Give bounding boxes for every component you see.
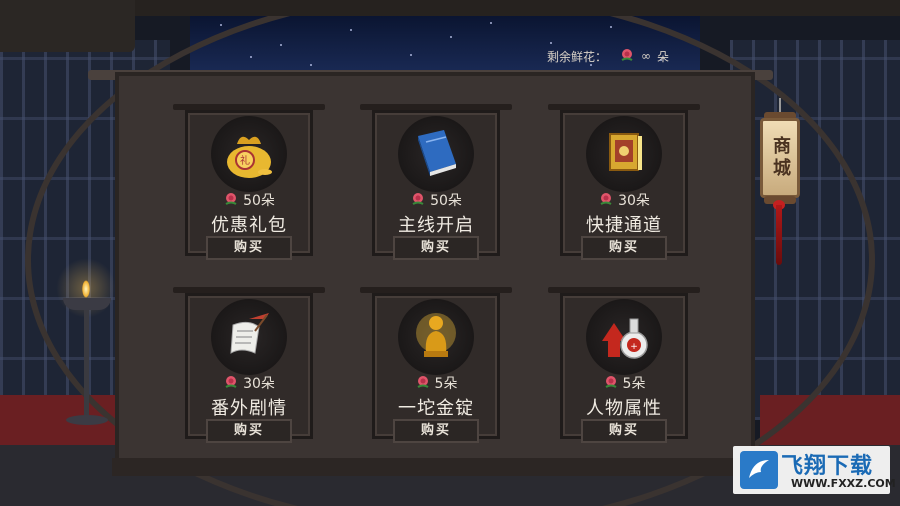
oil-lamp-bowl [63,298,111,310]
item-price: 50朵 [185,190,313,210]
remaining-flowers-unit: 朵 [657,49,670,64]
blue-book-icon [418,130,456,176]
rose-icon [225,193,237,205]
remaining-flowers: 剩余鲜花： ∞ 朵 [547,47,669,65]
remaining-flowers-value: ∞ [641,49,652,63]
item-price: 30朵 [185,373,313,393]
item-price-value: 30朵 [618,193,650,209]
item-price-value: 5朵 [622,376,646,392]
potion-arrow-icon: + [602,318,648,359]
top-left-corner [0,0,135,52]
rose-icon [605,376,617,388]
rose-icon [412,193,424,205]
buy-button[interactable]: 购买 [206,236,292,260]
item-price-value: 30朵 [243,376,275,392]
item-name: 优惠礼包 [211,215,287,236]
item-price-value: 50朵 [243,193,275,209]
item-icon-circle [398,299,474,375]
watermark-logo-icon [740,451,778,489]
oil-lamp-stand [84,305,89,415]
buy-button[interactable]: 购买 [393,419,479,443]
item-icon-circle [586,116,662,192]
flame-icon [82,280,90,298]
item-name: 主线开启 [398,215,474,236]
item-name: 番外剧情 [211,398,287,419]
item-price: 50朵 [372,190,500,210]
watermark: 飞翔下载 WWW.FXXZ.COM [733,446,896,494]
shop-sign[interactable]: 商城 [760,118,800,198]
golden-tome-icon [609,133,642,171]
item-price-value: 5朵 [434,376,458,392]
item-price: 30朵 [560,190,688,210]
buy-button[interactable]: 购买 [581,419,667,443]
shop-item-card: 礼 50朵 优惠礼包 购买 [173,104,325,260]
item-price: 5朵 [372,373,500,393]
shop-item-card: + 5朵 人物属性 购买 [548,287,700,443]
watermark-text: 飞翔下载 [781,454,874,479]
scroll-quill-icon [230,313,269,354]
item-name: 快捷通道 [586,215,662,236]
gift-bag-icon: 礼 [227,136,272,178]
item-icon-circle [211,299,287,375]
shop-item-card: 5朵 一坨金锭 购买 [360,287,512,443]
shop-item-card: 30朵 快捷通道 购买 [548,104,700,260]
item-price-value: 50朵 [430,193,462,209]
panel-bottom-rail [112,458,762,476]
golden-statue-icon [416,313,456,357]
item-icon-circle [398,116,474,192]
buy-button[interactable]: 购买 [393,236,479,260]
game-scene: 剩余鲜花： ∞ 朵 礼 50朵 优惠礼包 购买 50朵 主线开启 购买 30朵 … [0,0,900,506]
watermark-url: WWW.FXXZ.COM [791,477,896,490]
buy-button[interactable]: 购买 [206,419,292,443]
svg-text:礼: 礼 [240,154,250,167]
item-name: 人物属性 [586,398,662,419]
rose-icon [225,376,237,388]
shop-item-card: 50朵 主线开启 购买 [360,104,512,260]
rose-icon [417,376,429,388]
item-icon-circle: 礼 [211,116,287,192]
rose-icon [621,49,633,61]
oil-lamp-base [66,415,108,425]
item-name: 一坨金锭 [398,398,474,419]
item-icon-circle: + [586,299,662,375]
red-tassel [776,205,782,265]
buy-button[interactable]: 购买 [581,236,667,260]
remaining-flowers-label: 剩余鲜花： [547,49,608,64]
top-beam [0,0,900,16]
shop-item-card: 30朵 番外剧情 购买 [173,287,325,443]
svg-text:+: + [630,342,638,352]
item-price: 5朵 [560,373,688,393]
rose-icon [600,193,612,205]
